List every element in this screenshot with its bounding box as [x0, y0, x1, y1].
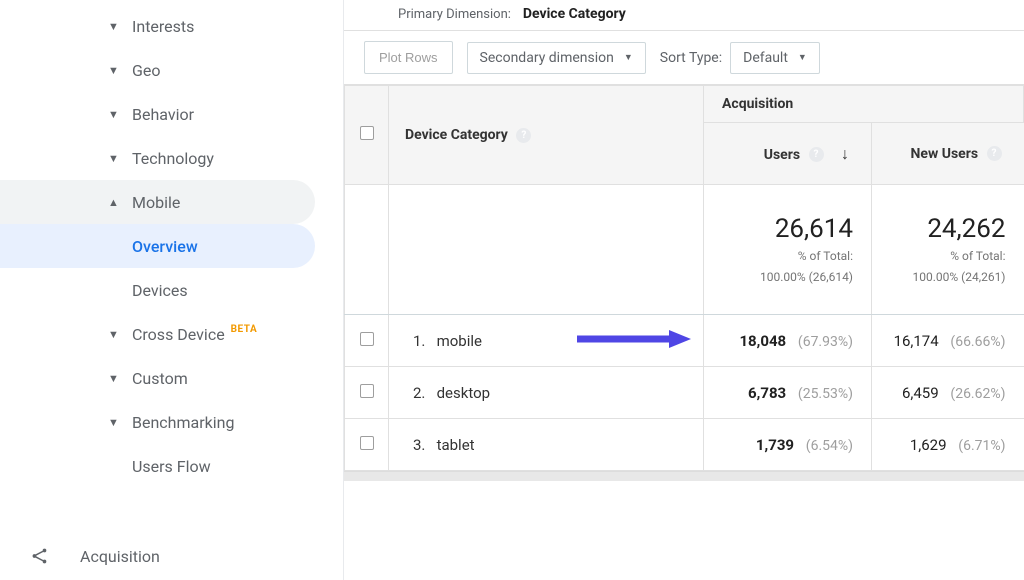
nav-item-overview[interactable]: Overview — [0, 224, 315, 268]
nav-item-cross-device[interactable]: ▼ Cross Device BETA — [0, 312, 315, 356]
primary-dimension-value[interactable]: Device Category — [523, 6, 626, 22]
sidebar: ▼ Interests ▼ Geo ▼ Behavior ▼ Technolog… — [0, 0, 344, 580]
nav-label: Behavior — [132, 105, 194, 124]
dimension-header[interactable]: Device Category ? — [389, 86, 704, 185]
nav-list: ▼ Interests ▼ Geo ▼ Behavior ▼ Technolog… — [0, 0, 343, 532]
users-total-value: 26,614 — [722, 214, 853, 244]
new-users-summary: 24,262 % of Total: 100.00% (24,261) — [872, 185, 1024, 315]
nav-label: Interests — [132, 17, 194, 36]
new-users-total-value: 24,262 — [890, 214, 1006, 244]
row-dimension[interactable]: tablet — [437, 436, 475, 454]
caret-down-icon: ▼ — [108, 152, 119, 165]
row-index: 1. — [413, 332, 425, 350]
data-table: Device Category ? Acquisition Users ? ↓ … — [344, 84, 1024, 471]
new-users-total-sub1: % of Total: — [890, 248, 1006, 265]
nav-item-interests[interactable]: ▼ Interests — [0, 4, 315, 48]
row-dimension[interactable]: desktop — [437, 384, 491, 402]
caret-down-icon: ▼ — [108, 328, 119, 341]
nav-section-label: Acquisition — [80, 547, 160, 566]
main: Primary Dimension: Device Category Plot … — [344, 0, 1024, 580]
table-row: 1. mobile 18,048 (67.93%) 16,174 — [345, 315, 1024, 367]
caret-up-icon: ▲ — [108, 196, 119, 209]
table-toolbar: Plot Rows Secondary dimension Sort Type:… — [344, 30, 1024, 84]
sort-type-label: Sort Type: — [660, 50, 722, 66]
table-row: 2. desktop 6,783 (25.53%) 6,459 (26.62%) — [345, 367, 1024, 419]
sort-type-select[interactable]: Default — [730, 42, 820, 74]
acquisition-header: Acquisition — [704, 86, 1024, 123]
caret-down-icon: ▼ — [108, 416, 119, 429]
table-row: 3. tablet 1,739 (6.54%) 1,629 (6.71%) — [345, 419, 1024, 471]
new-users-value: 1,629 — [910, 436, 947, 454]
nav-item-users-flow[interactable]: Users Flow — [0, 444, 315, 488]
caret-down-icon: ▼ — [108, 64, 119, 77]
sort-type-value: Default — [743, 50, 788, 66]
users-pct: (6.54%) — [806, 438, 853, 454]
help-icon[interactable]: ? — [516, 128, 531, 143]
new-users-total-sub2: 100.00% (24,261) — [890, 269, 1006, 286]
new-users-pct: (6.71%) — [958, 438, 1005, 454]
annotation-arrow-icon — [573, 328, 693, 354]
nav-item-mobile[interactable]: ▲ Mobile — [0, 180, 315, 224]
help-icon[interactable]: ? — [809, 147, 824, 162]
secondary-dimension-select[interactable]: Secondary dimension — [467, 42, 646, 74]
new-users-pct: (66.66%) — [950, 334, 1005, 350]
sort-desc-icon: ↓ — [841, 144, 849, 163]
nav-item-behavior[interactable]: ▼ Behavior — [0, 92, 315, 136]
nav-label: Custom — [132, 369, 188, 388]
users-pct: (25.53%) — [798, 386, 853, 402]
row-dimension[interactable]: mobile — [437, 332, 482, 350]
caret-down-icon: ▼ — [108, 20, 119, 33]
new-users-value: 6,459 — [902, 384, 939, 402]
nav-label: Users Flow — [132, 457, 211, 476]
users-value: 6,783 — [748, 384, 786, 402]
nav-label: Benchmarking — [132, 413, 234, 432]
nav-label: Overview — [132, 237, 198, 256]
new-users-pct: (26.62%) — [950, 386, 1005, 402]
select-all-checkbox[interactable] — [360, 126, 374, 140]
row-index: 3. — [413, 436, 425, 454]
nav-item-geo[interactable]: ▼ Geo — [0, 48, 315, 92]
users-summary: 26,614 % of Total: 100.00% (26,614) — [704, 185, 872, 315]
new-users-column-header[interactable]: New Users ? — [872, 123, 1024, 185]
row-checkbox[interactable] — [360, 332, 374, 346]
primary-dimension-label: Primary Dimension: — [398, 7, 511, 22]
horizontal-scrollbar[interactable] — [344, 471, 1024, 481]
new-users-header-label: New Users — [911, 146, 979, 162]
beta-badge: BETA — [231, 324, 258, 335]
acquisition-icon — [28, 545, 80, 567]
row-index: 2. — [413, 384, 425, 402]
nav-section-acquisition[interactable]: Acquisition — [0, 532, 343, 580]
caret-down-icon: ▼ — [108, 372, 119, 385]
plot-rows-button[interactable]: Plot Rows — [364, 41, 453, 74]
help-icon[interactable]: ? — [987, 146, 1002, 161]
users-header-label: Users — [764, 147, 800, 163]
nav-item-devices[interactable]: Devices — [0, 268, 315, 312]
nav-label: Mobile — [132, 193, 180, 212]
users-total-sub1: % of Total: — [722, 248, 853, 265]
row-checkbox[interactable] — [360, 384, 374, 398]
users-value: 18,048 — [739, 332, 786, 350]
users-pct: (67.93%) — [798, 334, 853, 350]
primary-dimension-bar: Primary Dimension: Device Category — [344, 0, 1024, 30]
nav-item-benchmarking[interactable]: ▼ Benchmarking — [0, 400, 315, 444]
nav-label: Devices — [132, 281, 188, 300]
users-total-sub2: 100.00% (26,614) — [722, 269, 853, 286]
nav-label: Technology — [132, 149, 214, 168]
summary-row: 26,614 % of Total: 100.00% (26,614) 24,2… — [345, 185, 1024, 315]
nav-label: Cross Device — [132, 325, 225, 344]
caret-down-icon: ▼ — [108, 108, 119, 121]
row-checkbox[interactable] — [360, 436, 374, 450]
users-column-header[interactable]: Users ? ↓ — [704, 123, 872, 185]
nav-item-technology[interactable]: ▼ Technology — [0, 136, 315, 180]
new-users-value: 16,174 — [894, 332, 939, 350]
nav-item-custom[interactable]: ▼ Custom — [0, 356, 315, 400]
dimension-header-label: Device Category — [405, 127, 508, 143]
secondary-dimension-label: Secondary dimension — [480, 50, 614, 66]
nav-label: Geo — [132, 61, 161, 80]
users-value: 1,739 — [756, 436, 794, 454]
